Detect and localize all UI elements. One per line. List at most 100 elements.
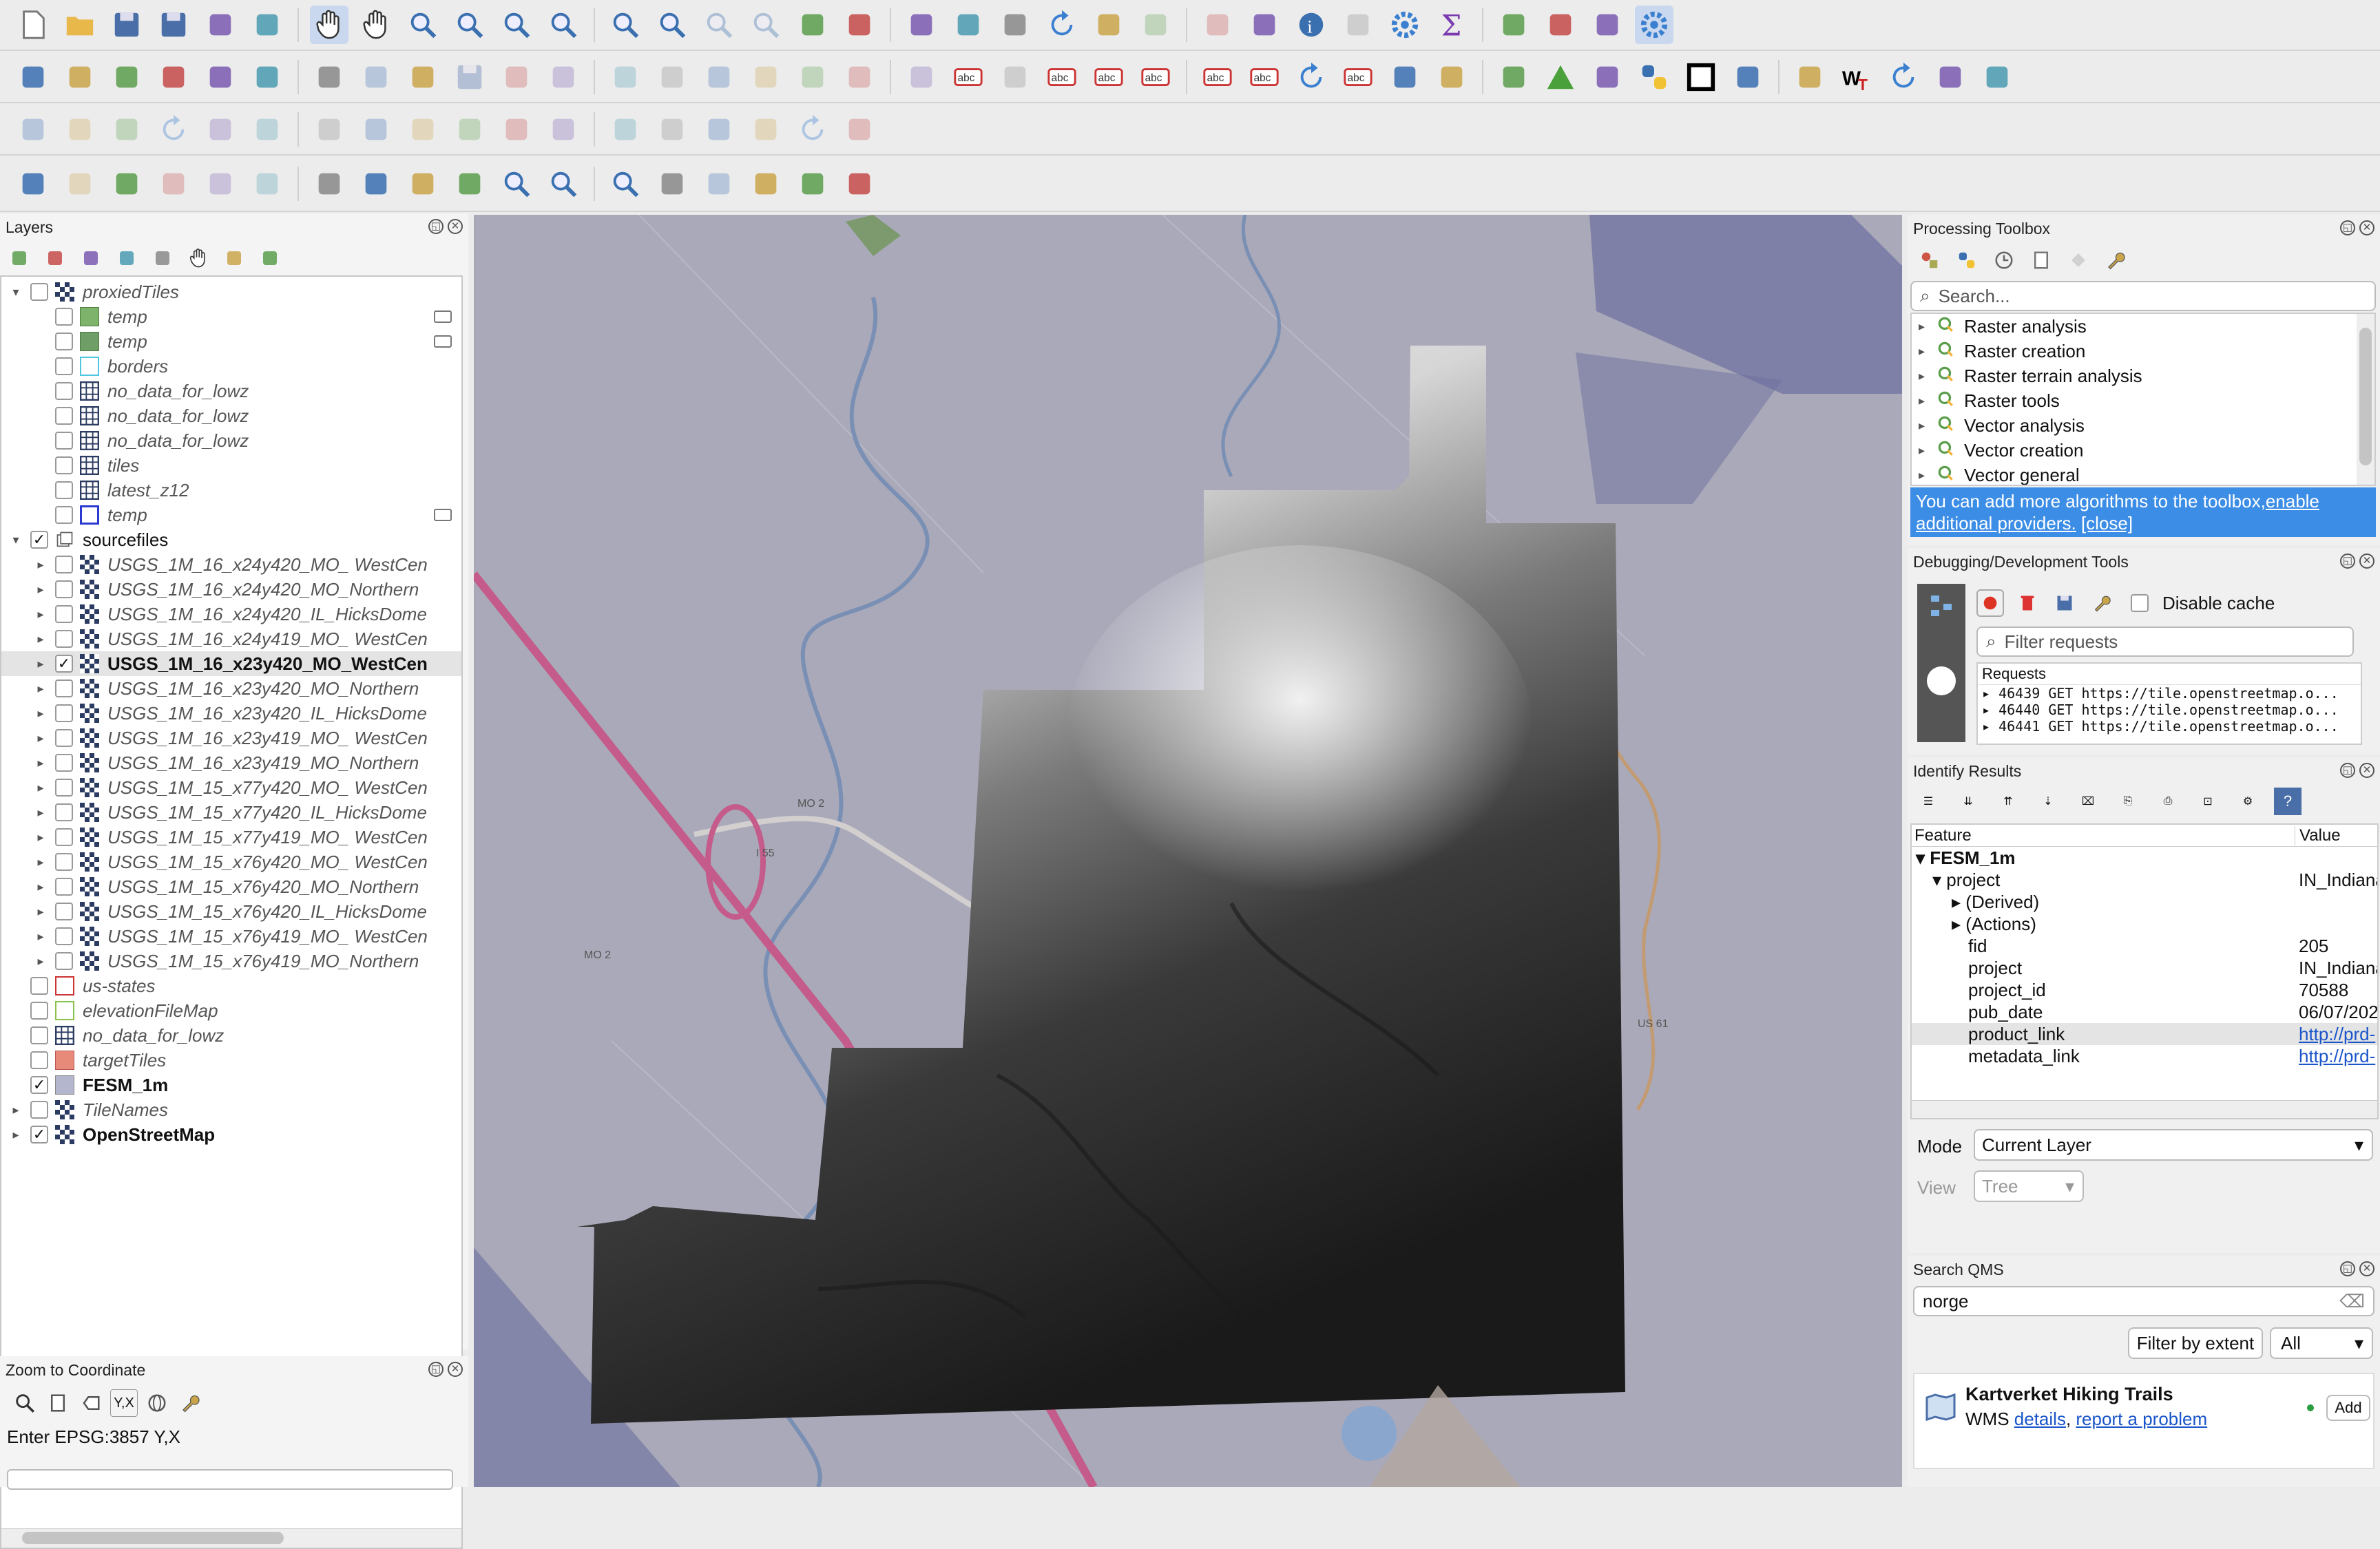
debug-settings-icon[interactable] bbox=[2088, 589, 2116, 617]
select-by-value-icon[interactable] bbox=[1136, 6, 1175, 44]
layer-visibility-checkbox[interactable] bbox=[55, 803, 73, 821]
visibility-eye-icon[interactable] bbox=[77, 244, 105, 272]
expand-toggle-icon[interactable]: ▸ bbox=[33, 905, 48, 919]
layer-row[interactable]: temp bbox=[1, 304, 461, 329]
layer-visibility-checkbox[interactable] bbox=[55, 605, 73, 623]
add-feature-icon[interactable] bbox=[497, 58, 536, 96]
layer-visibility-checkbox[interactable] bbox=[55, 704, 73, 722]
layer-visibility-checkbox[interactable] bbox=[30, 1101, 48, 1119]
python-icon[interactable] bbox=[1635, 58, 1673, 96]
close-icon[interactable]: ✕ bbox=[2359, 1261, 2374, 1276]
options-wrench-icon[interactable] bbox=[2102, 246, 2129, 274]
horizontal-scrollbar[interactable] bbox=[1, 1528, 461, 1548]
request-row[interactable]: ▸ 46441 GET https://tile.openstreetmap.o… bbox=[1978, 718, 2361, 735]
layer-visibility-checkbox[interactable] bbox=[55, 754, 73, 772]
open-project-icon[interactable] bbox=[61, 6, 99, 44]
layer-visibility-checkbox[interactable] bbox=[55, 952, 73, 970]
toggle-editing-icon[interactable] bbox=[404, 58, 442, 96]
disable-cache-checkbox[interactable] bbox=[2131, 594, 2149, 612]
print-layout-icon[interactable] bbox=[201, 6, 240, 44]
layer-row[interactable]: ▸ USGS_1M_16_x23y419_MO_ WestCen bbox=[1, 726, 461, 750]
layer-visibility-checkbox[interactable] bbox=[55, 729, 73, 747]
close-icon[interactable]: ✕ bbox=[2359, 554, 2374, 569]
layer-row[interactable]: no_data_for_lowz bbox=[1, 1023, 461, 1048]
expand-toggle-icon[interactable]: ▸ bbox=[33, 706, 48, 721]
attribute-row[interactable]: fid 205 bbox=[1912, 935, 2377, 957]
zoom-to-selection-icon[interactable] bbox=[544, 6, 583, 44]
new-bookmark-icon[interactable] bbox=[902, 6, 941, 44]
request-row[interactable]: ▸ 46439 GET https://tile.openstreetmap.o… bbox=[1978, 685, 2361, 702]
layer-visibility-checkbox[interactable] bbox=[30, 1051, 48, 1069]
layer-visibility-checkbox[interactable] bbox=[55, 630, 73, 648]
layer-visibility-checkbox[interactable] bbox=[55, 828, 73, 846]
wrench-icon[interactable] bbox=[357, 165, 395, 203]
expand-toggle-icon[interactable]: ▸ bbox=[8, 1103, 23, 1117]
clear-search-icon[interactable]: ⌫ bbox=[2339, 1291, 2365, 1312]
scrollbar-thumb[interactable] bbox=[2359, 328, 2372, 465]
zoom-point-icon[interactable] bbox=[497, 165, 536, 203]
expand-toggle-icon[interactable]: ▸ bbox=[1919, 468, 1937, 483]
layer-visibility-checkbox[interactable] bbox=[55, 407, 73, 425]
layer-row[interactable]: ▸ USGS_1M_16_x24y420_MO_ WestCen bbox=[1, 552, 461, 577]
float-icon[interactable]: ◱ bbox=[428, 219, 443, 234]
layer-row[interactable]: ▸ USGS_1M_15_x76y419_MO_ WestCen bbox=[1, 924, 461, 949]
layer-row[interactable]: temp bbox=[1, 329, 461, 354]
qms-search-icon[interactable] bbox=[793, 165, 832, 203]
layer-visibility-checkbox[interactable] bbox=[55, 679, 73, 697]
layer-row[interactable]: ▾ proxiedTiles bbox=[1, 280, 461, 304]
copy-feature-icon[interactable]: ⎘ bbox=[2114, 788, 2142, 815]
fill-ring-icon[interactable] bbox=[357, 110, 395, 149]
tools-icon[interactable] bbox=[747, 165, 785, 203]
layer-visibility-checkbox[interactable] bbox=[30, 977, 48, 995]
expand-toggle-icon[interactable]: ▾ bbox=[8, 533, 23, 547]
request-row[interactable]: ▸ 46440 GET https://tile.openstreetmap.o… bbox=[1978, 702, 2361, 718]
style-brush-icon[interactable] bbox=[6, 244, 33, 272]
layer-row[interactable]: no_data_for_lowz bbox=[1, 403, 461, 428]
map-render[interactable]: I 55 MO 2 MO 2 US 61 bbox=[474, 215, 1902, 1487]
move-label-icon[interactable]: abc bbox=[1245, 58, 1284, 96]
models-icon[interactable] bbox=[1916, 246, 1943, 274]
xy-icon[interactable] bbox=[700, 165, 738, 203]
collapse-all-icon[interactable]: ⇈ bbox=[1994, 788, 2022, 815]
identify-layer-row[interactable]: ▾ FESM_1m bbox=[1912, 847, 2377, 869]
scrollbar-thumb[interactable] bbox=[22, 1532, 284, 1544]
processing-toolbox-icon[interactable] bbox=[1386, 6, 1424, 44]
layer-visibility-checkbox[interactable] bbox=[55, 432, 73, 450]
remove-layer-icon[interactable] bbox=[256, 244, 284, 272]
deselect-icon[interactable] bbox=[1198, 6, 1237, 44]
layer-visibility-checkbox[interactable] bbox=[55, 481, 73, 499]
layer-row[interactable]: borders bbox=[1, 354, 461, 379]
pencil-ruler-icon[interactable] bbox=[840, 165, 879, 203]
collapse-all-icon[interactable] bbox=[220, 244, 248, 272]
black-square-icon[interactable] bbox=[1682, 58, 1720, 96]
sliders-icon[interactable] bbox=[1978, 58, 2016, 96]
advanced-digitize-icon[interactable] bbox=[61, 110, 99, 149]
clear-requests-icon[interactable] bbox=[2014, 589, 2041, 617]
network-icon[interactable] bbox=[1928, 593, 1954, 618]
layer-visibility-checkbox[interactable] bbox=[55, 333, 73, 350]
expand-toggle-icon[interactable]: ▸ bbox=[33, 682, 48, 696]
label-tool-icon[interactable]: abc bbox=[949, 58, 988, 96]
add-point-icon[interactable] bbox=[404, 165, 442, 203]
new-3d-view-icon[interactable] bbox=[840, 6, 879, 44]
show-hide-labels-icon[interactable]: abc bbox=[1198, 58, 1237, 96]
layer-visibility-checkbox[interactable] bbox=[55, 853, 73, 871]
tracing-icon[interactable] bbox=[61, 165, 99, 203]
save-edits-icon[interactable] bbox=[450, 58, 489, 96]
delete-part-icon[interactable] bbox=[450, 110, 489, 149]
add-button[interactable]: Add bbox=[2326, 1395, 2370, 1421]
layer-row[interactable]: no_data_for_lowz bbox=[1, 379, 461, 403]
delete-ring-icon[interactable] bbox=[404, 110, 442, 149]
text-curve-icon[interactable] bbox=[840, 110, 879, 149]
refresh-icon[interactable] bbox=[1043, 6, 1081, 44]
layer-row[interactable]: ▸ USGS_1M_15_x76y420_IL_HicksDome bbox=[1, 899, 461, 924]
identify-actions-row[interactable]: ▸ (Actions) bbox=[1912, 913, 2377, 935]
expand-toggle-icon[interactable]: ▸ bbox=[33, 607, 48, 622]
save-project-icon[interactable] bbox=[107, 6, 146, 44]
save-requests-icon[interactable] bbox=[2051, 589, 2078, 617]
layer-row[interactable]: ▸ USGS_1M_16_x23y420_MO_Northern bbox=[1, 676, 461, 701]
layer-visibility-checkbox[interactable] bbox=[55, 556, 73, 573]
clear-results-icon[interactable]: ⌧ bbox=[2074, 788, 2102, 815]
identify-mode-icon[interactable]: ⊡ bbox=[2194, 788, 2222, 815]
filter-select[interactable]: All ▾ bbox=[2270, 1327, 2373, 1359]
